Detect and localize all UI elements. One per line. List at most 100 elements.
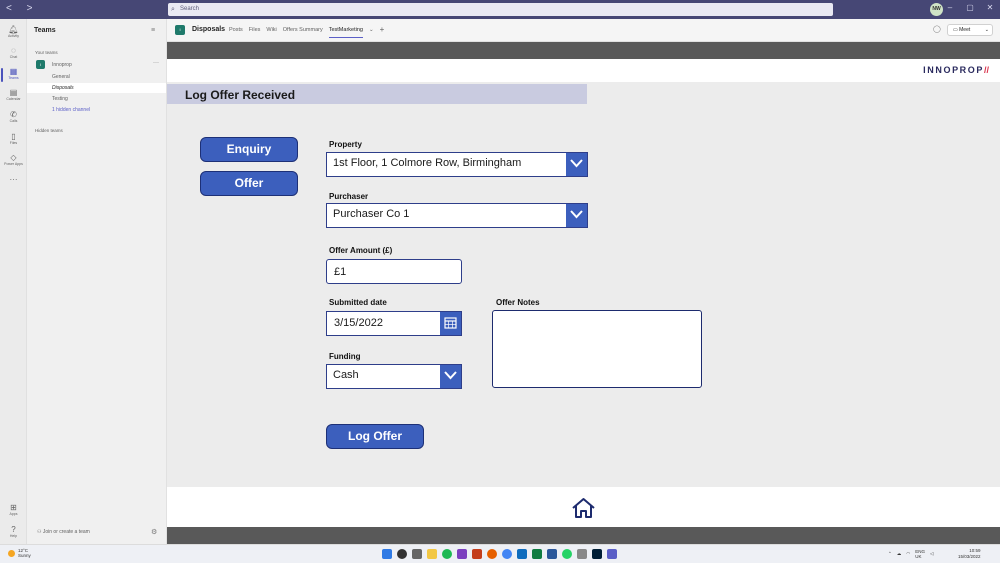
teams-icon: ▦ <box>9 67 18 76</box>
offer-button[interactable]: Offer <box>200 171 298 196</box>
offer-notes-textarea[interactable] <box>492 310 702 388</box>
rail-calls[interactable]: ✆ Calls <box>0 110 27 123</box>
rail-apps[interactable]: ⊞ Apps <box>0 503 27 516</box>
clock[interactable]: 10:59 15/03/2022 <box>958 548 981 559</box>
rail-more[interactable]: ··· <box>0 175 27 184</box>
funding-dropdown[interactable]: Cash <box>326 364 462 389</box>
apps-icon: ⊞ <box>10 503 17 512</box>
meet-button[interactable]: ▭ Meet ⌄ <box>947 24 993 36</box>
tab-testmarketing[interactable]: TestMarketing <box>328 27 363 38</box>
wifi-icon[interactable]: ◠ <box>906 551 910 557</box>
whatsapp-icon[interactable] <box>562 549 572 559</box>
property-value: 1st Floor, 1 Colmore Row, Birmingham <box>333 157 522 169</box>
page-title: Log Offer Received <box>185 88 296 102</box>
purchaser-dropdown[interactable]: Purchaser Co 1 <box>326 203 588 228</box>
offer-amount-input[interactable]: £1 <box>326 259 462 284</box>
submitted-date-picker[interactable]: 3/15/2022 <box>326 311 462 336</box>
rail-teams[interactable]: ▦ Teams <box>0 67 27 82</box>
chevron-up-icon[interactable]: ⌃ <box>888 551 892 557</box>
maximize-icon[interactable]: ▢ <box>960 3 980 12</box>
date: 15/03/2022 <box>958 553 981 559</box>
close-icon[interactable]: ✕ <box>980 3 1000 12</box>
tab-offers-summary[interactable]: Offers Summary <box>283 27 323 38</box>
channel-header: I Disposals Posts Files Wiki Offers Summ… <box>167 19 1000 42</box>
home-icon[interactable] <box>571 497 596 524</box>
rail-help[interactable]: ? Help <box>0 525 27 538</box>
power-apps-icon: ◇ <box>10 153 17 162</box>
language-indicator[interactable]: ENG UK <box>915 549 925 559</box>
tab-chevron-down-icon[interactable]: ⌄ <box>369 27 374 38</box>
brand-logo: INNOPROP// <box>923 65 989 75</box>
word-icon[interactable] <box>547 549 557 559</box>
chevron-down-icon[interactable] <box>566 204 587 227</box>
rail-activity[interactable]: 🔔︎ Activity <box>0 25 27 38</box>
team-row[interactable]: I Innoprop ··· <box>35 60 163 70</box>
outlook-icon[interactable] <box>517 549 527 559</box>
rail-chat[interactable]: ◌ Chat <box>0 46 27 59</box>
log-offer-button[interactable]: Log Offer <box>326 424 424 449</box>
search-input[interactable]: ⌕ Search <box>168 3 833 16</box>
rail-files[interactable]: ▯ Files <box>0 132 27 145</box>
conversation-icon[interactable]: ◯ <box>933 25 941 33</box>
app-footer <box>167 487 1000 527</box>
system-tray: ⌃ ☁ ◠ ENG UK ◁ <box>888 549 933 559</box>
channel-testing[interactable]: Testing <box>52 96 68 102</box>
chevron-down-icon[interactable] <box>440 365 461 388</box>
app-bottom-bar <box>167 527 1000 544</box>
channel-disposals[interactable]: Disposals <box>52 85 74 91</box>
add-tab-icon[interactable]: + <box>380 26 385 38</box>
back-forward-arrows[interactable]: < > <box>6 3 38 14</box>
gear-icon[interactable]: ⚙ <box>151 528 157 536</box>
rail-calendar[interactable]: ▤ Calendar <box>0 88 27 101</box>
tab-posts[interactable]: Posts <box>229 27 243 38</box>
speaker-icon[interactable]: ◁ <box>930 551 933 557</box>
search-icon[interactable] <box>397 549 407 559</box>
submitted-date-value: 3/15/2022 <box>334 317 383 329</box>
tab-wiki[interactable]: Wiki <box>266 27 276 38</box>
channel-name: Disposals <box>192 26 226 33</box>
excel-icon[interactable] <box>532 549 542 559</box>
property-label: Property <box>329 140 362 149</box>
more-options-icon[interactable]: ··· <box>153 60 159 66</box>
active-channel-highlight <box>27 83 166 93</box>
meet-label: Meet <box>959 27 971 33</box>
tab-files[interactable]: Files <box>249 27 261 38</box>
pane-title: Teams <box>34 27 56 34</box>
rail-label: Teams <box>8 76 19 80</box>
cloud-icon[interactable]: ☁ <box>897 551 902 557</box>
offer-amount-value: £1 <box>334 266 347 278</box>
bell-icon: 🔔︎ <box>8 25 19 34</box>
chevron-down-icon[interactable] <box>566 153 587 176</box>
join-create-team[interactable]: ⚇ Join or create a team <box>37 529 90 535</box>
time: 10:59 <box>969 548 981 553</box>
hidden-teams-heading[interactable]: Hidden teams <box>35 128 63 133</box>
rail-label: Files <box>9 141 18 145</box>
rail-label: Help <box>9 534 18 538</box>
file-icon: ▯ <box>11 132 16 141</box>
task-view-icon[interactable] <box>412 549 422 559</box>
calendar-icon[interactable] <box>440 312 461 335</box>
minimize-icon[interactable]: – <box>940 3 960 12</box>
enquiry-button[interactable]: Enquiry <box>200 137 298 162</box>
property-dropdown[interactable]: 1st Floor, 1 Colmore Row, Birmingham <box>326 152 588 177</box>
brand-strip: INNOPROP// <box>167 59 1000 82</box>
powerpoint-icon[interactable] <box>472 549 482 559</box>
title-bar: < > ⌕ Search NW – ▢ ✕ <box>0 0 1000 19</box>
chrome-icon[interactable] <box>502 549 512 559</box>
firefox-icon[interactable] <box>487 549 497 559</box>
hidden-channel-link[interactable]: 1 hidden channel <box>52 107 90 113</box>
windows-start-icon[interactable] <box>382 549 392 559</box>
calculator-icon[interactable] <box>577 549 587 559</box>
teams-icon[interactable] <box>607 549 617 559</box>
onenote-icon[interactable] <box>457 549 467 559</box>
spotify-icon[interactable] <box>442 549 452 559</box>
filter-icon[interactable]: ≡ <box>151 27 155 34</box>
photoshop-icon[interactable] <box>592 549 602 559</box>
chevron-down-icon[interactable]: ⌄ <box>985 25 989 35</box>
sun-icon <box>8 550 15 557</box>
file-explorer-icon[interactable] <box>427 549 437 559</box>
channel-general[interactable]: General <box>52 74 70 80</box>
rail-label: Power Apps <box>4 162 23 166</box>
more-icon: ··· <box>9 175 18 184</box>
rail-power-apps[interactable]: ◇ Power Apps <box>0 153 27 166</box>
